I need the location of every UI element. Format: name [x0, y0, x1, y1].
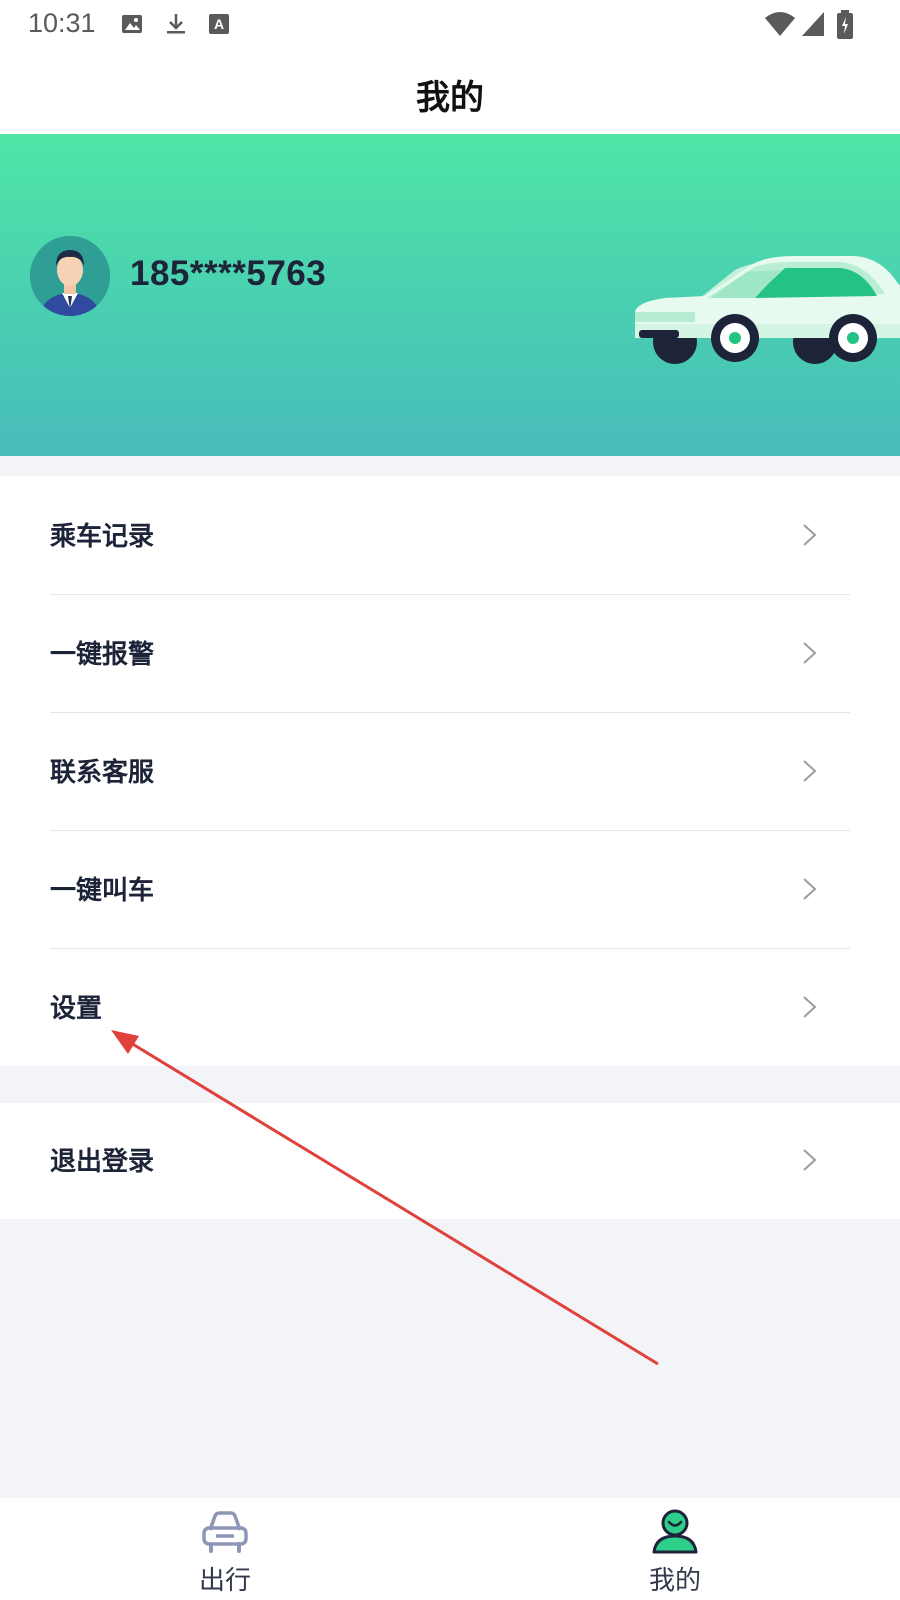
- menu-item-ride-records[interactable]: 乘车记录: [0, 476, 900, 594]
- tab-label: 出行: [198, 1566, 251, 1596]
- menu-item-label: 设置: [50, 994, 103, 1024]
- logout-label: 退出登录: [50, 1147, 155, 1177]
- status-time: 10:31: [28, 8, 96, 38]
- download-icon: [164, 12, 188, 36]
- profile-banner: 185****5763: [0, 134, 900, 456]
- chevron-right-icon: [803, 642, 817, 664]
- wifi-icon: [764, 10, 796, 42]
- tab-trip[interactable]: 出行: [125, 1498, 325, 1600]
- chevron-right-icon: [803, 760, 817, 782]
- chevron-right-icon: [803, 524, 817, 546]
- tab-mine[interactable]: 我的: [575, 1498, 775, 1600]
- logout-button[interactable]: 退出登录: [0, 1103, 900, 1219]
- tab-label: 我的: [648, 1566, 701, 1596]
- avatar-man-icon: [30, 236, 110, 316]
- chevron-right-icon: [803, 878, 817, 900]
- menu-item-settings[interactable]: 设置: [0, 948, 900, 1066]
- menu-item-label: 一键报警: [50, 640, 155, 670]
- battery-icon: [836, 10, 854, 44]
- chevron-right-icon: [803, 996, 817, 1018]
- phone-number: 185****5763: [130, 254, 327, 293]
- menu-item-customer-service[interactable]: 联系客服: [0, 712, 900, 830]
- font-a-icon: A: [207, 12, 231, 36]
- status-bar: 10:31 A: [0, 0, 900, 50]
- car-front-icon: [202, 1511, 248, 1553]
- chevron-right-icon: [803, 1149, 817, 1171]
- svg-text:A: A: [214, 16, 224, 32]
- menu-item-one-tap-ride[interactable]: 一键叫车: [0, 830, 900, 948]
- image-icon: [120, 12, 144, 36]
- title-bar: 我的: [0, 50, 900, 134]
- car-illustration: [635, 256, 900, 364]
- menu-item-label: 乘车记录: [50, 522, 155, 552]
- avatar[interactable]: [30, 236, 110, 316]
- menu-item-emergency-alarm[interactable]: 一键报警: [0, 594, 900, 712]
- signal-icon: [800, 10, 826, 42]
- page-title: 我的: [416, 78, 484, 118]
- user-icon: [652, 1509, 698, 1554]
- menu-item-label: 一键叫车: [50, 876, 155, 906]
- menu-list: 乘车记录 一键报警 联系客服 一键叫车 设置: [0, 476, 900, 1066]
- menu-item-label: 联系客服: [50, 758, 155, 788]
- tab-bar: 出行 我的: [0, 1498, 900, 1600]
